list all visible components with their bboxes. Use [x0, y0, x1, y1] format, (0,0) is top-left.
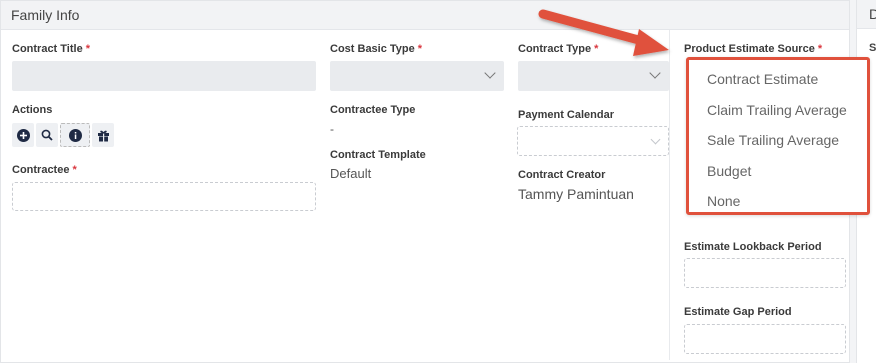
add-circle-icon: [16, 128, 30, 142]
payment-calendar-label: Payment Calendar: [518, 109, 614, 121]
info-button[interactable]: [60, 123, 90, 147]
right-panel-label: S: [869, 42, 876, 54]
estimate-gap-period-input[interactable]: [684, 324, 846, 354]
gift-button[interactable]: [92, 123, 114, 147]
contractee-label: Contractee *: [12, 164, 77, 176]
contract-title-label: Contract Title *: [12, 43, 90, 55]
right-panel-header: D: [856, 0, 876, 29]
contract-creator-label: Contract Creator: [518, 169, 606, 181]
cost-basic-type-select[interactable]: [330, 61, 504, 91]
estimate-gap-period-label: Estimate Gap Period: [684, 306, 792, 318]
payment-calendar-select[interactable]: [517, 126, 669, 156]
dropdown-option[interactable]: Contract Estimate: [689, 64, 867, 95]
contract-type-select[interactable]: [518, 61, 669, 91]
dropdown-option[interactable]: Sale Trailing Average: [689, 125, 867, 156]
contract-template-value: Default: [330, 166, 372, 181]
panel-header: Family Info: [1, 1, 849, 30]
estimate-lookback-period-input[interactable]: [684, 258, 846, 288]
contract-type-label: Contract Type *: [518, 43, 599, 55]
cost-basic-type-label: Cost Basic Type *: [330, 43, 423, 55]
dropdown-option[interactable]: Budget: [689, 156, 867, 187]
product-estimate-source-dropdown: Contract Estimate Claim Trailing Average…: [686, 57, 870, 215]
panel-title: Family Info: [11, 7, 80, 23]
chevron-down-icon: [484, 67, 496, 79]
contract-title-input[interactable]: [12, 61, 316, 91]
gift-icon: [97, 130, 109, 141]
search-button[interactable]: [36, 123, 58, 147]
dropdown-option[interactable]: Claim Trailing Average: [689, 95, 867, 126]
estimate-lookback-period-label: Estimate Lookback Period: [684, 241, 822, 253]
info-icon: [68, 128, 82, 142]
actions-label: Actions: [12, 104, 53, 116]
contractee-type-label: Contractee Type: [330, 104, 416, 116]
contract-creator-value: Tammy Pamintuan: [518, 186, 634, 202]
add-button[interactable]: [12, 123, 34, 147]
right-panel-title: D: [869, 6, 876, 22]
action-buttons: [12, 123, 116, 147]
product-estimate-source-label: Product Estimate Source *: [684, 43, 823, 55]
contractee-input[interactable]: [12, 182, 316, 211]
column-divider: [669, 30, 670, 360]
dropdown-option[interactable]: None: [689, 186, 867, 217]
chevron-down-icon: [649, 67, 661, 79]
contract-template-label: Contract Template: [330, 149, 426, 161]
search-icon: [41, 129, 53, 141]
contractee-type-value: -: [330, 122, 334, 136]
chevron-down-icon: [650, 134, 661, 145]
